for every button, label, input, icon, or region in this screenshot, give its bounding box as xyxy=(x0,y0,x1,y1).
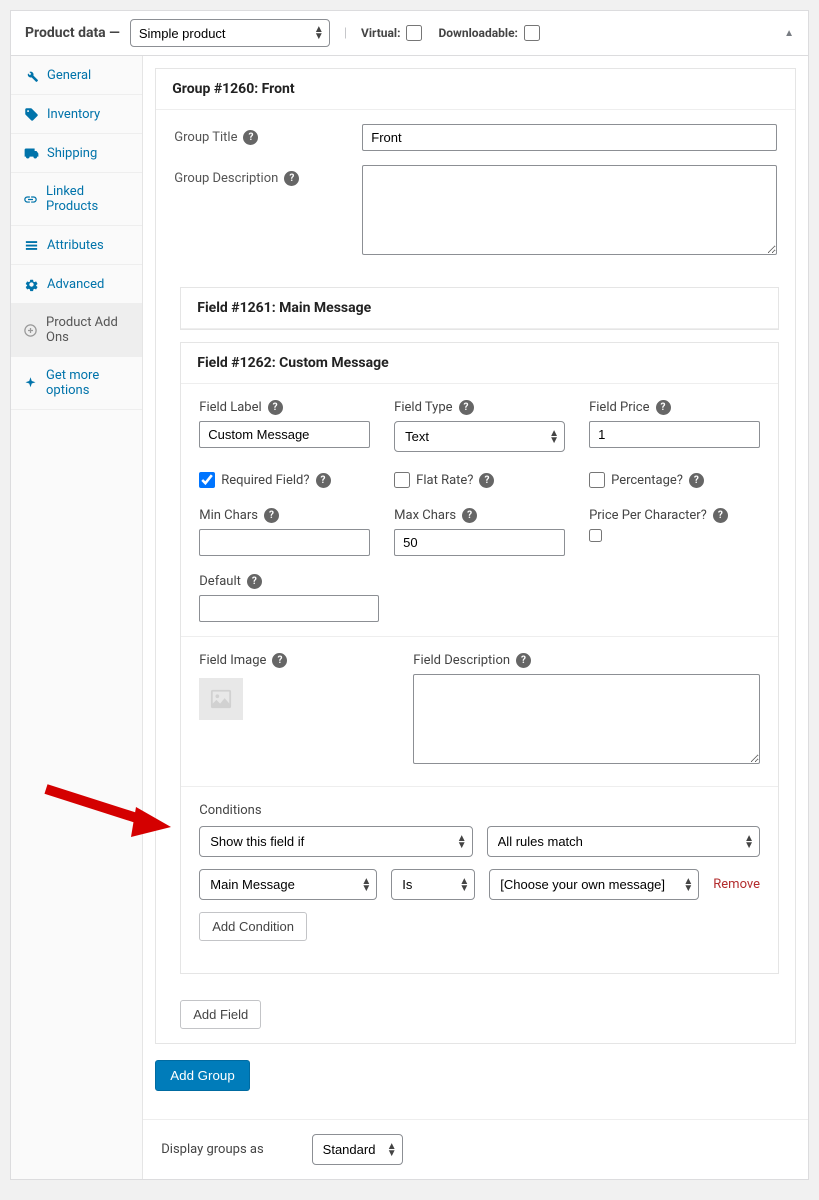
max-chars-input[interactable] xyxy=(394,529,565,556)
help-icon[interactable]: ? xyxy=(316,473,331,488)
group-description-textarea[interactable] xyxy=(362,165,777,255)
wrench-icon xyxy=(23,67,39,83)
downloadable-checkbox-label: Downloadable: xyxy=(438,25,539,41)
help-icon[interactable]: ? xyxy=(656,400,671,415)
default-input[interactable] xyxy=(199,595,379,622)
min-chars-input[interactable] xyxy=(199,529,370,556)
tab-label: Inventory xyxy=(47,107,100,122)
add-field-button[interactable]: Add Field xyxy=(180,1000,261,1029)
conditions-label: Conditions xyxy=(199,803,760,818)
help-icon[interactable]: ? xyxy=(284,171,299,186)
flat-rate-label: Flat Rate? xyxy=(416,473,473,488)
panel-header: Product data — Simple product ▲▼ | Virtu… xyxy=(11,11,808,56)
required-label: Required Field? xyxy=(221,473,309,488)
field-price-label: Field Price ? xyxy=(589,400,760,415)
percentage-label: Percentage? xyxy=(611,473,683,488)
help-icon[interactable]: ? xyxy=(264,508,279,523)
required-checkbox[interactable] xyxy=(199,472,215,488)
field-price-input[interactable] xyxy=(589,421,760,448)
percentage-checkbox[interactable] xyxy=(589,472,605,488)
field-1261-section: Field #1261: Main Message xyxy=(180,287,779,330)
help-icon[interactable]: ? xyxy=(459,400,474,415)
tab-product-add-ons[interactable]: Product Add Ons xyxy=(11,304,142,357)
tab-get-more-options[interactable]: Get more options xyxy=(11,357,142,410)
truck-icon xyxy=(23,145,39,161)
field-type-select[interactable]: Text xyxy=(394,421,565,452)
product-tabs-sidebar: General Inventory Shipping Linked Produc… xyxy=(11,56,143,1179)
tab-label: Attributes xyxy=(47,238,104,253)
product-type-select[interactable]: Simple product xyxy=(130,19,330,47)
sparkle-icon xyxy=(23,375,38,391)
collapse-icon[interactable]: ▲ xyxy=(784,28,794,39)
field-type-label: Field Type ? xyxy=(394,400,565,415)
remove-condition-link[interactable]: Remove xyxy=(713,877,760,892)
tab-inventory[interactable]: Inventory xyxy=(11,95,142,134)
link-icon xyxy=(23,191,38,207)
display-groups-select[interactable]: Standard xyxy=(312,1134,403,1165)
tab-attributes[interactable]: Attributes xyxy=(11,226,142,265)
tab-advanced[interactable]: Advanced xyxy=(11,265,142,304)
group-title-input[interactable] xyxy=(362,124,777,151)
flat-rate-checkbox[interactable] xyxy=(394,472,410,488)
panel-title: Product data — xyxy=(25,25,120,41)
help-icon[interactable]: ? xyxy=(272,653,287,668)
group-header[interactable]: Group #1260: Front xyxy=(156,69,795,110)
min-chars-label: Min Chars ? xyxy=(199,508,370,523)
display-groups-row: Display groups as Standard ▲▼ xyxy=(143,1119,808,1179)
divider: | xyxy=(344,26,347,41)
tab-linked-products[interactable]: Linked Products xyxy=(11,173,142,226)
field-label-label: Field Label ? xyxy=(199,400,370,415)
field-image-label: Field Image ? xyxy=(199,653,389,668)
tab-shipping[interactable]: Shipping xyxy=(11,134,142,173)
product-data-panel: Product data — Simple product ▲▼ | Virtu… xyxy=(10,10,809,1180)
help-icon[interactable]: ? xyxy=(516,653,531,668)
tab-label: Product Add Ons xyxy=(46,315,130,345)
price-per-char-label: Price Per Character? ? xyxy=(589,508,760,523)
virtual-checkbox[interactable] xyxy=(406,25,422,41)
help-icon[interactable]: ? xyxy=(243,130,258,145)
tab-label: Advanced xyxy=(47,277,104,292)
tag-icon xyxy=(23,106,39,122)
help-icon[interactable]: ? xyxy=(462,508,477,523)
add-group-button[interactable]: Add Group xyxy=(155,1060,249,1091)
field-1262-section: Field #1262: Custom Message Field Label … xyxy=(180,342,779,974)
field-label-input[interactable] xyxy=(199,421,370,448)
help-icon[interactable]: ? xyxy=(713,508,728,523)
help-icon[interactable]: ? xyxy=(247,574,262,589)
field-description-label: Field Description ? xyxy=(413,653,760,668)
field-1261-header[interactable]: Field #1261: Main Message xyxy=(181,288,778,329)
condition-match-select[interactable]: All rules match xyxy=(487,826,760,857)
tab-label: General xyxy=(47,68,91,83)
condition-operator-select[interactable]: Is xyxy=(391,869,475,900)
tab-label: Shipping xyxy=(47,146,97,161)
gear-icon xyxy=(23,276,39,292)
help-icon[interactable]: ? xyxy=(689,473,704,488)
group-description-label: Group Description ? xyxy=(174,165,362,259)
condition-action-select[interactable]: Show this field if xyxy=(199,826,472,857)
image-placeholder[interactable] xyxy=(199,678,243,720)
group-title-label: Group Title ? xyxy=(174,124,362,151)
downloadable-checkbox[interactable] xyxy=(524,25,540,41)
price-per-char-checkbox[interactable] xyxy=(589,529,602,542)
group-section: Group #1260: Front Group Title ? Gro xyxy=(155,68,796,1044)
display-groups-label: Display groups as xyxy=(161,1142,263,1157)
help-icon[interactable]: ? xyxy=(479,473,494,488)
condition-value-select[interactable]: [Choose your own message] xyxy=(489,869,699,900)
default-label: Default ? xyxy=(199,574,379,589)
field-1262-header[interactable]: Field #1262: Custom Message xyxy=(181,343,778,384)
content-area: Group #1260: Front Group Title ? Gro xyxy=(143,56,808,1179)
virtual-checkbox-label: Virtual: xyxy=(361,25,422,41)
help-icon[interactable]: ? xyxy=(268,400,283,415)
add-condition-button[interactable]: Add Condition xyxy=(199,912,307,941)
condition-field-select[interactable]: Main Message xyxy=(199,869,377,900)
max-chars-label: Max Chars ? xyxy=(394,508,565,523)
tab-general[interactable]: General xyxy=(11,56,142,95)
plus-circle-icon xyxy=(23,322,38,338)
tab-label: Get more options xyxy=(46,368,130,398)
tab-label: Linked Products xyxy=(46,184,130,214)
list-icon xyxy=(23,237,39,253)
field-description-textarea[interactable] xyxy=(413,674,760,764)
